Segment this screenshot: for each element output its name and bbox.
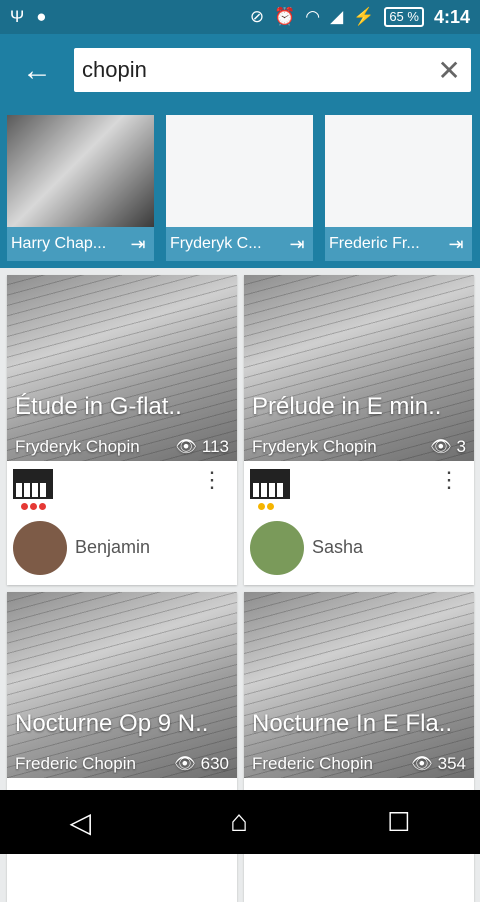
search-input[interactable] [82,57,436,83]
sheet-card[interactable]: Nocturne In E Fla.. Frederic Chopin 👁 354 [244,592,474,902]
sheet-card[interactable]: Prélude in E min.. Fryderyk Chopin 👁 3 ⋮ S… [244,275,474,585]
difficulty-dot [21,503,28,510]
artist-card[interactable]: Frederic Fr... ⇥ [325,115,472,261]
eye-icon: 👁 [411,754,433,773]
sheet-title: Nocturne Op 9 N.. [15,710,209,737]
view-count: 354 [437,754,466,773]
usb-icon: Ψ [10,7,25,26]
home-nav-icon[interactable]: ⌂ [230,805,248,839]
back-button[interactable]: ← [0,34,74,107]
difficulty-dot [267,503,274,510]
difficulty-dot [30,503,37,510]
recents-nav-icon[interactable]: ☐ [387,807,410,838]
battery-indicator: 65 % [384,7,424,27]
dnd-icon: ⊘ [249,7,265,26]
difficulty-dots [258,503,274,510]
avatar[interactable] [13,521,67,575]
sheet-card[interactable]: Nocturne Op 9 N.. Frederic Chopin 👁 630 [7,592,237,902]
sheet-artist: Fryderyk Chopin [15,437,140,456]
eye-icon: 👁 [429,437,452,456]
artist-results: Harry Chap... ⇥ Fryderyk C... ⇥ Frederic F… [0,107,480,268]
app-bar: ← ✕ [0,34,480,107]
sheet-cover[interactable]: Prélude in E min.. Fryderyk Chopin 👁 3 [244,275,474,461]
artist-photo-placeholder [166,115,313,227]
piano-icon [250,469,290,499]
view-count: 630 [200,754,229,773]
clear-search-icon[interactable]: ✕ [435,54,463,87]
difficulty-dots [21,503,46,510]
artist-name: Frederic Fr... [329,235,420,252]
clock: 4:14 [433,6,470,27]
artist-photo [7,115,154,227]
artist-card[interactable]: Harry Chap... ⇥ [7,115,154,261]
difficulty-dot [258,503,265,510]
artist-name: Harry Chap... [11,235,107,252]
eye-icon: 👁 [175,437,197,456]
alarm-icon: ⏰ [274,7,296,26]
sheet-artist: Frederic Chopin [15,754,136,773]
status-bar: Ψ ● ⊘ ⏰ ◠ ◢ ⚡ 65 % 4:14 [0,0,480,34]
sheet-title: Prélude in E min.. [252,393,442,420]
back-nav-icon[interactable]: ◁ [70,806,92,839]
sheet-title: Nocturne In E Fla.. [252,710,453,737]
eye-icon: 👁 [174,754,196,773]
android-icon: ● [36,7,47,26]
view-count: 113 [201,437,229,456]
sheet-cover[interactable]: Nocturne Op 9 N.. Frederic Chopin 👁 630 [7,592,237,778]
view-count: 3 [456,437,466,456]
more-options-icon[interactable]: ⋮ [438,469,460,491]
wifi-icon: ◠ [305,7,321,26]
piano-icon [13,469,53,499]
signal-icon: ◢ [330,7,344,26]
more-options-icon[interactable]: ⋮ [201,469,223,491]
sheet-title: Étude in G-flat.. [15,393,182,420]
avatar[interactable] [250,521,304,575]
sheet-artist: Frederic Chopin [252,754,373,773]
difficulty-dot [39,503,46,510]
uploader-name[interactable]: Benjamin [75,537,150,558]
open-icon[interactable]: ⇥ [444,234,468,255]
artist-name: Fryderyk C... [170,235,262,252]
uploader-name[interactable]: Sasha [312,537,363,558]
arrow-left-icon: ← [22,53,52,87]
sheet-artist: Fryderyk Chopin [252,437,377,456]
artist-photo-placeholder [325,115,472,227]
open-icon[interactable]: ⇥ [285,234,309,255]
artist-card[interactable]: Fryderyk C... ⇥ [166,115,313,261]
charging-icon: ⚡ [353,7,375,26]
sheet-cover[interactable]: Étude in G-flat.. Fryderyk Chopin 👁 113 [7,275,237,461]
system-nav-bar: ◁ ⌂ ☐ [0,790,480,854]
search-box: ✕ [74,48,471,92]
sheet-cover[interactable]: Nocturne In E Fla.. Frederic Chopin 👁 354 [244,592,474,778]
open-icon[interactable]: ⇥ [126,234,150,255]
sheet-card[interactable]: Étude in G-flat.. Fryderyk Chopin 👁 113 ⋮ … [7,275,237,585]
